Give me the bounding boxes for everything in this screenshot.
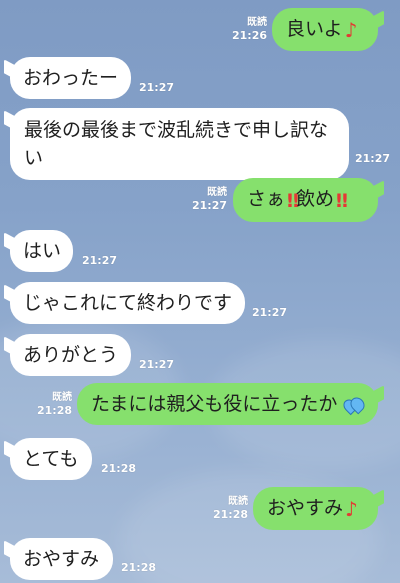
message-meta: 21:27 (139, 358, 174, 371)
double-exclamation-icon: ‼ (335, 190, 348, 212)
read-receipt: 既読 (52, 392, 72, 403)
message-time: 21:26 (231, 29, 267, 42)
message-text: ありがとう (23, 344, 119, 366)
music-note-icon: ♪ (344, 18, 358, 42)
message-text: はい (23, 240, 62, 262)
message-bubble-incoming[interactable]: 最後の最後まで波乱続きで申し訳ない (10, 108, 349, 180)
message-time: 21:28 (212, 508, 248, 521)
message-time: 21:27 (355, 152, 391, 165)
message-meta: 既読 21:28 (22, 391, 72, 417)
message-meta: 21:27 (252, 306, 287, 319)
message-text: おわったー (23, 67, 119, 89)
message-bubble-outgoing[interactable]: たまには親父も役に立ったか (77, 383, 378, 425)
message-bubble-outgoing[interactable]: さぁ ‼飲め ‼ (233, 178, 378, 222)
message-text: とても (23, 448, 79, 470)
message-bubble-outgoing[interactable]: おやすみ ♪ (253, 487, 378, 530)
message-time: 21:28 (121, 561, 157, 574)
message-meta: 21:28 (121, 561, 156, 574)
message-bubble-incoming[interactable]: ありがとう (10, 334, 131, 376)
message-meta: 21:28 (101, 462, 136, 475)
message-text: 飲め (295, 188, 334, 210)
message-time: 21:28 (101, 462, 137, 475)
read-receipt: 既読 (207, 187, 227, 198)
message-text: おやすみ (23, 548, 100, 570)
message-meta: 既読 21:28 (198, 495, 248, 521)
message-meta: 21:27 (355, 152, 390, 165)
message-text: おやすみ (267, 497, 344, 519)
message-meta: 21:27 (82, 254, 117, 267)
message-time: 21:27 (191, 199, 227, 212)
message-time: 21:28 (36, 404, 72, 417)
message-time: 21:27 (139, 358, 175, 371)
message-time: 21:27 (252, 306, 288, 319)
message-meta: 既読 21:26 (217, 16, 267, 42)
message-text: 最後の最後まで波乱続きで申し訳ない (24, 119, 329, 169)
message-bubble-incoming[interactable]: じゃこれにて終わりです (10, 282, 245, 324)
message-bubble-incoming[interactable]: おやすみ (10, 538, 113, 580)
message-text: じゃこれにて終わりです (23, 292, 233, 314)
message-time: 21:27 (82, 254, 118, 267)
message-bubble-outgoing[interactable]: 良いよ ♪ (272, 8, 378, 51)
read-receipt: 既読 (228, 496, 248, 507)
chat-view[interactable]: 既読 21:26 良いよ ♪ おわったー 21:27 最後の最後まで波乱続きで申し… (0, 0, 400, 583)
double-exclamation-icon: ‼ (287, 190, 299, 212)
message-text: さぁ (247, 188, 286, 210)
music-note-icon: ♪ (345, 497, 358, 521)
message-text: 良いよ (286, 18, 343, 40)
message-text: たまには親父も役に立ったか (91, 393, 338, 415)
message-time: 21:27 (139, 81, 175, 94)
sweat-droplets-icon (341, 394, 368, 416)
message-bubble-incoming[interactable]: おわったー (10, 57, 131, 99)
message-bubble-incoming[interactable]: とても (10, 438, 92, 480)
message-meta: 既読 21:27 (177, 186, 227, 212)
message-bubble-incoming[interactable]: はい (10, 230, 73, 272)
message-meta: 21:27 (139, 81, 174, 94)
read-receipt: 既読 (247, 17, 267, 28)
